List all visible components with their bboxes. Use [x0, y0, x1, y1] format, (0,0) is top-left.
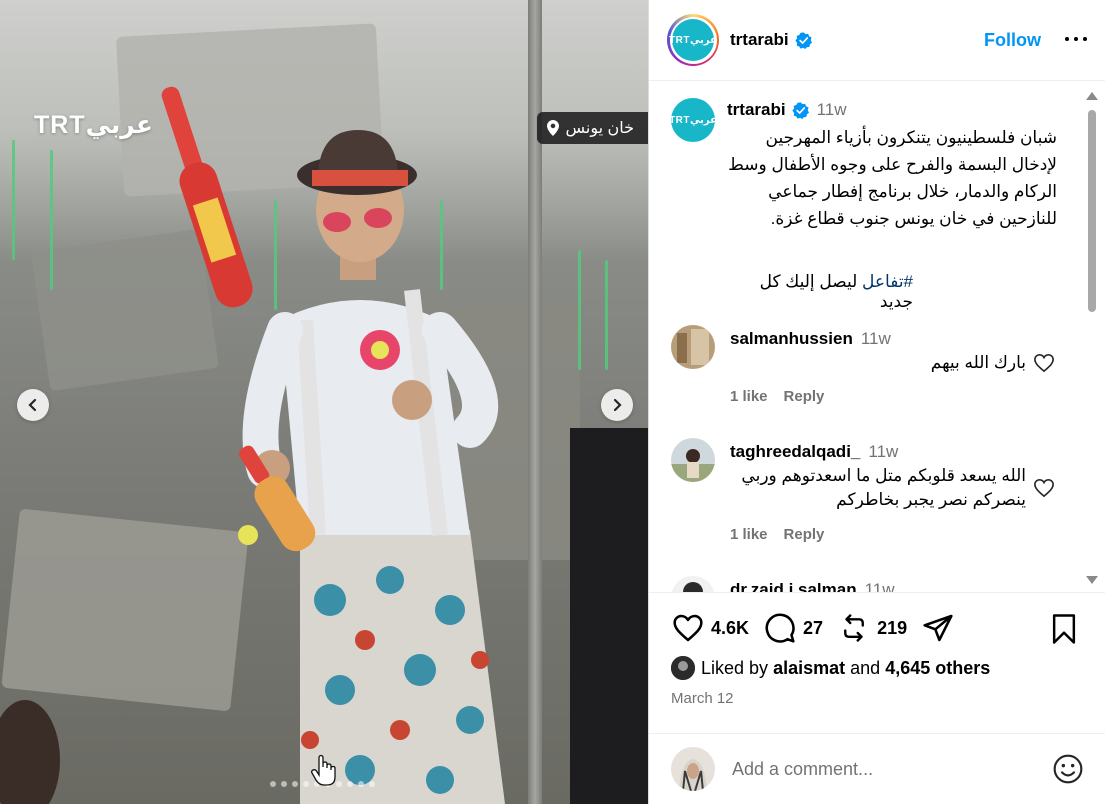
header-username[interactable]: trtarabi — [730, 30, 789, 50]
comments-scrollbar[interactable] — [1086, 92, 1098, 584]
post-date[interactable]: March 12 — [671, 690, 734, 707]
post-actions: 4.6K 27 219 Liked by alaismat and 4,645 … — [649, 592, 1105, 707]
caption-text: شبان فلسطينيون يتنكرون بأزياء المهرجين ل… — [728, 128, 1057, 228]
commenter-avatar[interactable] — [671, 325, 715, 369]
liked-by-conj: and — [850, 657, 881, 678]
carousel-dot — [281, 781, 287, 787]
location-label: خان يونس — [565, 120, 634, 137]
hand-pointer-cursor-icon — [311, 754, 336, 786]
location-tag[interactable]: خان يونس — [537, 112, 648, 144]
comment-bubble-icon[interactable] — [763, 611, 797, 645]
repost-icon[interactable] — [837, 611, 871, 645]
emoji-picker-icon[interactable] — [1052, 753, 1084, 785]
comment-like-heart-icon[interactable] — [1033, 353, 1055, 373]
post-sidebar: TRTعربي trtarabi Follow TRTعربي trtarabi… — [648, 0, 1105, 804]
follow-button[interactable]: Follow — [984, 30, 1041, 51]
comment-text: بارك الله بيهم — [930, 353, 1026, 372]
hashtag-link[interactable]: #تفاعل — [862, 272, 913, 291]
carousel-dot — [358, 781, 364, 787]
comment-text: الله يسعد قلوبكم متل ما اسعدتوهم وربي ين… — [741, 466, 1026, 509]
caption-hashtag-line: #تفاعل ليصل إليك كل جديد — [727, 272, 913, 312]
comment-time[interactable]: 11w — [868, 442, 898, 462]
post-header: TRTعربي trtarabi Follow — [649, 0, 1105, 81]
more-options-icon[interactable] — [1065, 37, 1087, 43]
scroll-down-arrow-icon[interactable] — [1086, 576, 1098, 584]
comment-time[interactable]: 11w — [865, 580, 895, 592]
liked-by-prefix: Liked by — [701, 657, 769, 678]
chevron-right-icon — [613, 398, 622, 412]
verified-badge-icon — [795, 31, 812, 49]
like-heart-icon[interactable] — [671, 611, 705, 645]
trt-watermark-logo: TRTعربي — [34, 111, 153, 139]
comment-likes-count[interactable]: 1 like — [730, 388, 768, 405]
liked-by-user[interactable]: alaismat — [773, 658, 845, 679]
likes-count[interactable]: 4.6K — [711, 618, 749, 639]
comment-username[interactable]: salmanhussien — [730, 329, 853, 349]
share-send-icon[interactable] — [921, 611, 955, 645]
carousel-dot — [270, 781, 276, 787]
commenter-avatar[interactable] — [671, 576, 715, 592]
scroll-up-arrow-icon[interactable] — [1086, 92, 1098, 100]
chevron-left-icon — [28, 398, 37, 412]
liker-avatar[interactable] — [671, 656, 695, 680]
liked-by-others[interactable]: 4,645 others — [885, 658, 990, 679]
comment-reply-button[interactable]: Reply — [784, 388, 825, 405]
next-slide-button[interactable] — [601, 389, 633, 421]
location-pin-icon — [547, 120, 560, 136]
reposts-count[interactable]: 219 — [877, 618, 907, 639]
post-media[interactable]: TRTعربي خان يونس — [0, 0, 648, 804]
comment-like-heart-icon[interactable] — [1033, 478, 1055, 498]
save-bookmark-icon[interactable] — [1049, 613, 1079, 645]
comment-time[interactable]: 11w — [861, 329, 891, 349]
add-comment-input[interactable] — [732, 758, 1032, 780]
comment-item: taghreedalqadi_ 11w الله يسعد قلوبكم متل… — [671, 438, 1071, 558]
profile-avatar: TRTعربي — [669, 19, 716, 61]
comments-scroll-area[interactable]: TRTعربي trtarabi 11w شبان فلسطينيون يتنك… — [649, 82, 1105, 592]
add-comment-bar — [649, 733, 1105, 804]
comment-item: salmanhussien 11w بارك الله بيهم 1 like … — [671, 325, 1071, 425]
comment-username[interactable]: dr.zaid.j.salman — [730, 580, 857, 592]
caption-time[interactable]: 11w — [817, 100, 847, 120]
current-user-avatar — [671, 747, 715, 791]
caption-avatar[interactable]: TRTعربي — [669, 98, 716, 142]
carousel-dot — [292, 781, 298, 787]
carousel-dot — [347, 781, 353, 787]
commenter-avatar[interactable] — [671, 438, 715, 482]
liked-by-line: Liked by alaismat and 4,645 others — [671, 656, 990, 680]
scrollbar-thumb[interactable] — [1088, 110, 1096, 312]
verified-badge-icon — [792, 101, 809, 119]
carousel-dot — [369, 781, 375, 787]
comment-item: dr.zaid.j.salman 11w — [671, 576, 1071, 592]
comment-username[interactable]: taghreedalqadi_ — [730, 442, 860, 462]
comment-reply-button[interactable]: Reply — [784, 526, 825, 543]
story-ring[interactable]: TRTعربي — [667, 14, 719, 66]
comment-likes-count[interactable]: 1 like — [730, 526, 768, 543]
previous-slide-button[interactable] — [17, 389, 49, 421]
comments-count[interactable]: 27 — [803, 618, 823, 639]
caption-username[interactable]: trtarabi — [727, 100, 786, 120]
